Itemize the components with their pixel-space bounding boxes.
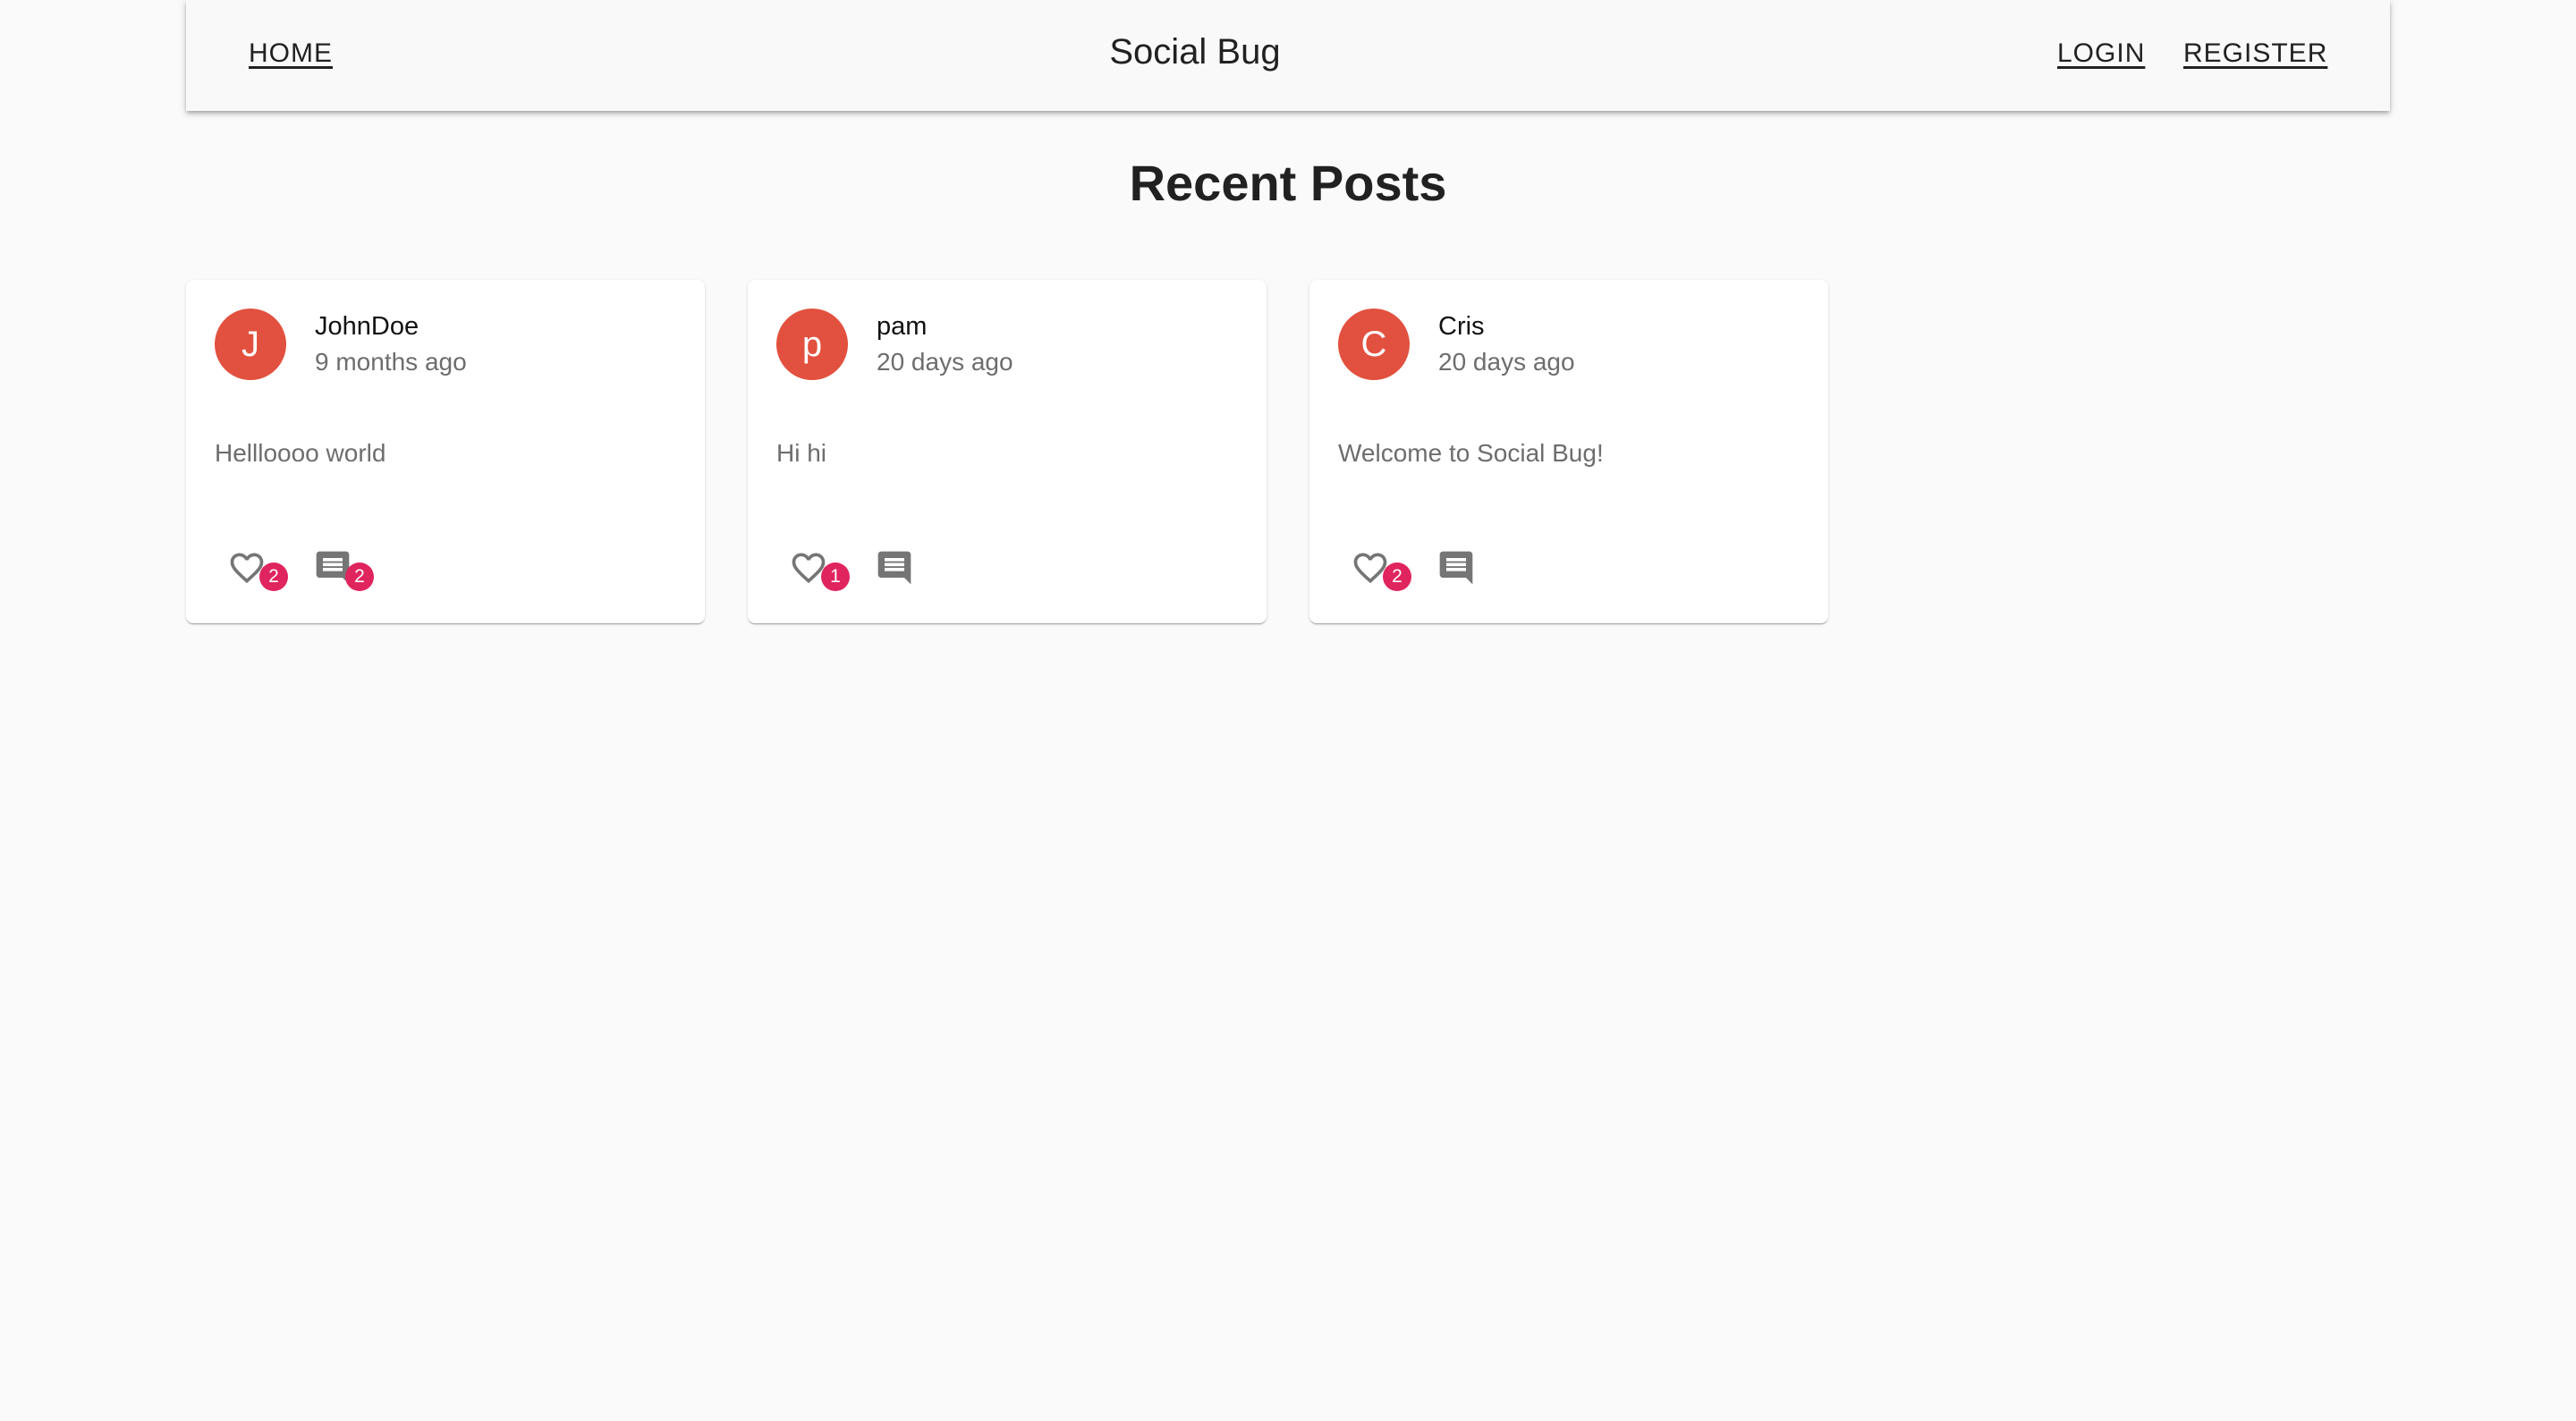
comment-button[interactable] xyxy=(1431,541,1485,595)
post-timestamp: 9 months ago xyxy=(315,348,467,376)
post-card: J JohnDoe 9 months ago Hellloooo world 2… xyxy=(186,280,705,623)
post-list: J JohnDoe 9 months ago Hellloooo world 2… xyxy=(186,280,1828,623)
like-count-badge: 2 xyxy=(259,562,288,591)
comment-icon xyxy=(1439,551,1473,585)
post-username: pam xyxy=(877,312,928,341)
comment-button[interactable]: 2 xyxy=(308,541,374,595)
post-card: C Cris 20 days ago Welcome to Social Bug… xyxy=(1309,280,1828,623)
like-button[interactable]: 2 xyxy=(1345,541,1411,595)
app-root: HOME Social Bug LOGIN REGISTER Recent Po… xyxy=(0,0,2576,1421)
avatar: J xyxy=(215,309,286,380)
post-timestamp: 20 days ago xyxy=(1438,348,1575,376)
comment-icon xyxy=(877,551,911,585)
login-link[interactable]: LOGIN xyxy=(2057,36,2145,72)
comment-count-badge: 2 xyxy=(345,562,374,591)
post-username: Cris xyxy=(1438,312,1485,341)
post-body: Hi hi xyxy=(776,439,827,467)
post-body: Welcome to Social Bug! xyxy=(1338,439,1604,467)
register-link[interactable]: REGISTER xyxy=(2183,36,2327,72)
like-count-badge: 2 xyxy=(1383,562,1411,591)
post-body: Hellloooo world xyxy=(215,439,386,467)
like-button[interactable]: 2 xyxy=(222,541,288,595)
like-count-badge: 1 xyxy=(821,562,850,591)
app-title: Social Bug xyxy=(1109,32,1281,72)
avatar: p xyxy=(776,309,848,380)
post-card: p pam 20 days ago Hi hi 1 xyxy=(748,280,1267,623)
post-timestamp: 20 days ago xyxy=(877,348,1013,376)
post-username: JohnDoe xyxy=(315,312,419,341)
page-title: Recent Posts xyxy=(1129,155,1447,211)
avatar: C xyxy=(1338,309,1410,380)
top-app-bar: HOME Social Bug LOGIN REGISTER xyxy=(186,0,2390,111)
comment-button[interactable] xyxy=(869,541,923,595)
like-button[interactable]: 1 xyxy=(784,541,850,595)
